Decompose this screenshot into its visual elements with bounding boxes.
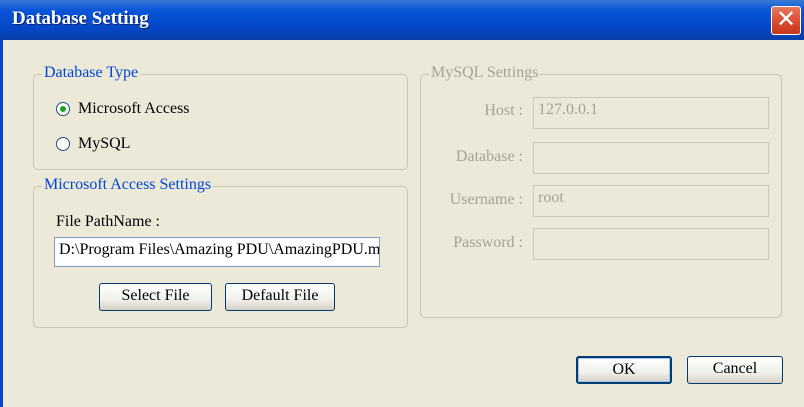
file-pathname-input[interactable]: D:\Program Files\Amazing PDU\AmazingPDU.… <box>54 237 380 267</box>
username-label: Username : <box>449 191 523 208</box>
close-button[interactable]: ✕ <box>771 5 801 35</box>
radio-label: MySQL <box>78 135 131 152</box>
window-title: Database Setting <box>12 8 149 29</box>
ok-button[interactable]: OK <box>576 356 672 384</box>
host-label: Host : <box>484 102 523 119</box>
radio-button[interactable] <box>56 102 70 116</box>
mysql-settings-legend: MySQL Settings <box>429 64 541 82</box>
select-file-button[interactable]: Select File <box>99 283 212 311</box>
database-setting-dialog: Database Setting ✕ Database Type Microso… <box>0 0 804 407</box>
file-pathname-label: File PathName : <box>56 213 160 230</box>
host-input[interactable]: 127.0.0.1 <box>533 97 769 129</box>
title-bar[interactable]: Database Setting ✕ <box>0 0 804 40</box>
dialog-body: Database Type Microsoft Access MySQL Mic… <box>0 40 804 407</box>
radio-label: Microsoft Access <box>78 100 190 117</box>
password-label: Password : <box>453 234 523 251</box>
database-input[interactable] <box>533 142 769 174</box>
access-settings-legend: Microsoft Access Settings <box>42 176 214 194</box>
access-settings-group: Microsoft Access Settings File PathName … <box>33 176 408 328</box>
database-type-group: Database Type Microsoft Access MySQL <box>33 64 408 170</box>
password-input[interactable] <box>533 228 769 260</box>
cancel-button[interactable]: Cancel <box>687 356 783 384</box>
default-file-button[interactable]: Default File <box>225 283 335 311</box>
radio-selected-dot <box>60 106 66 112</box>
database-label: Database : <box>455 148 523 165</box>
database-type-legend: Database Type <box>42 64 141 82</box>
mysql-settings-group: MySQL Settings Host : 127.0.0.1 Database… <box>420 64 782 318</box>
username-input[interactable]: root <box>533 185 769 217</box>
radio-button[interactable] <box>56 137 70 151</box>
close-icon: ✕ <box>775 5 797 33</box>
